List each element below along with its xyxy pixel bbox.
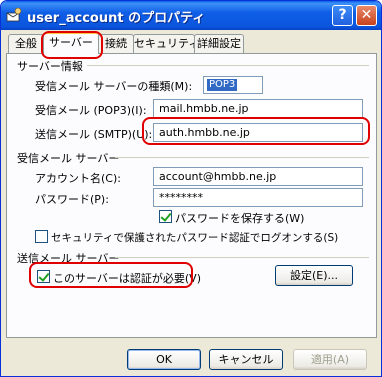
- tab-security[interactable]: セキュリティ: [133, 34, 199, 53]
- tab-connection[interactable]: 接続: [98, 34, 134, 53]
- password-field[interactable]: ********: [153, 188, 363, 207]
- incoming-type-label: 受信メール サーバーの種類(M):: [35, 80, 193, 93]
- account-field[interactable]: account@hmbb.ne.jp: [153, 167, 363, 186]
- highlight-smtp-field: [142, 117, 370, 145]
- settings-button[interactable]: 設定(E)...: [275, 265, 353, 286]
- window-title: user_account のプロパティ: [27, 11, 206, 26]
- save-password-checkbox[interactable]: [159, 210, 172, 223]
- help-button[interactable]: ?: [332, 5, 353, 26]
- apply-button[interactable]: 適用(A): [293, 349, 367, 370]
- incoming-pop3-label: 受信メール (POP3)(I):: [35, 104, 147, 117]
- spa-checkbox[interactable]: [35, 230, 48, 243]
- group-divider: [115, 157, 369, 158]
- highlight-auth-required: [29, 262, 193, 288]
- title-bar[interactable]: user_account のプロパティ ? ✕: [1, 1, 381, 30]
- incoming-type-value: POP3: [207, 79, 238, 91]
- outgoing-smtp-label: 送信メール (SMTP)(U):: [35, 128, 153, 141]
- servers-tab-panel: サーバー情報 受信メール サーバーの種類(M): POP3 受信メール (POP…: [6, 53, 377, 338]
- mail-account-icon: [6, 7, 22, 22]
- properties-dialog: user_account のプロパティ ? ✕ 全般 サーバー 接続 セキュリテ…: [0, 0, 382, 377]
- server-info-heading: サーバー情報: [17, 60, 83, 73]
- account-label: アカウント名(C):: [35, 172, 121, 185]
- group-divider: [87, 65, 369, 66]
- ok-button[interactable]: OK: [127, 349, 201, 370]
- incoming-server-heading: 受信メール サーバー: [17, 152, 120, 165]
- cancel-button[interactable]: キャンセル: [209, 349, 283, 370]
- incoming-type-select[interactable]: POP3: [203, 76, 263, 94]
- group-divider: [115, 257, 369, 258]
- spa-label[interactable]: セキュリティで保護されたパスワード認証でログオンする(S): [51, 230, 338, 245]
- tab-general[interactable]: 全般: [8, 34, 44, 53]
- highlight-servers-tab: [41, 31, 103, 59]
- password-label: パスワード(P):: [35, 193, 109, 206]
- incoming-pop3-field[interactable]: mail.hmbb.ne.jp: [153, 99, 363, 118]
- save-password-label[interactable]: パスワードを保存する(W): [175, 210, 304, 226]
- tab-advanced[interactable]: 詳細設定: [194, 34, 244, 53]
- close-button[interactable]: ✕: [356, 5, 377, 26]
